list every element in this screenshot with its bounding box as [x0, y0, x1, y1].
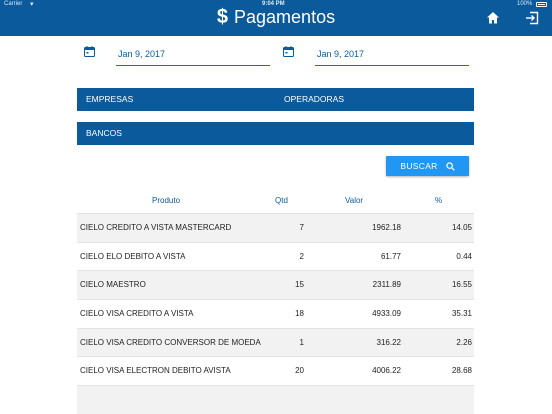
cell-pct: 0.44: [456, 251, 472, 261]
table-row[interactable]: CIELO ELO DEBITO A VISTA 2 61.77 0.44: [77, 242, 474, 272]
cell-produto: CIELO VISA CREDITO A VISTA: [80, 309, 194, 319]
payments-table: Produto Qtd Valor % CIELO CREDITO A VIST…: [77, 186, 474, 414]
table-header: Produto Qtd Valor %: [77, 186, 474, 214]
table-empty-row: [77, 386, 474, 414]
home-icon[interactable]: [486, 11, 500, 25]
operadoras-select[interactable]: OPERADORAS: [284, 88, 344, 111]
col-header-pct[interactable]: %: [435, 196, 442, 205]
cell-qtd: 1: [299, 337, 304, 347]
cell-valor: 4933.09: [372, 309, 401, 319]
buscar-button[interactable]: BUSCAR: [386, 156, 469, 176]
cell-valor: 4006.22: [372, 366, 401, 376]
bancos-select[interactable]: BANCOS: [77, 122, 474, 145]
col-header-qtd[interactable]: Qtd: [275, 196, 288, 205]
cell-qtd: 2: [299, 251, 304, 261]
cell-valor: 61.77: [380, 251, 401, 261]
date-start-field: Jan 9, 2017: [84, 46, 272, 68]
cell-qtd: 7: [299, 223, 304, 232]
calendar-icon[interactable]: [283, 46, 294, 57]
cell-qtd: 18: [295, 309, 304, 319]
cell-valor: 2311.89: [372, 280, 401, 290]
cell-pct: 14.05: [451, 223, 472, 232]
cell-pct: 16.55: [451, 280, 472, 290]
cell-qtd: 15: [295, 280, 304, 290]
table-row[interactable]: CIELO CREDITO A VISTA MASTERCARD 7 1962.18…: [77, 214, 474, 243]
date-end-input[interactable]: Jan 9, 2017: [315, 46, 469, 66]
col-header-produto[interactable]: Produto: [152, 196, 180, 205]
cell-pct: 28.68: [451, 366, 472, 376]
cell-produto: CIELO VISA ELECTRON DEBITO AVISTA: [80, 366, 231, 376]
cell-valor: 316.22: [376, 337, 401, 347]
app-root: Carrier ▾ 9:04 PM 100% $ Pagamentos Jan …: [0, 0, 552, 414]
logout-icon[interactable]: [525, 11, 539, 25]
date-start-input[interactable]: Jan 9, 2017: [116, 46, 270, 66]
dollar-icon: $: [216, 6, 229, 28]
cell-produto: CIELO CREDITO A VISTA MASTERCARD: [80, 223, 232, 232]
cell-produto: CIELO VISA CREDITO CONVERSOR DE MOEDA: [80, 337, 261, 347]
calendar-icon[interactable]: [84, 46, 95, 57]
date-end-field: Jan 9, 2017: [283, 46, 471, 68]
cell-produto: CIELO MAESTRO: [80, 280, 146, 290]
bancos-label: BANCOS: [86, 128, 122, 138]
table-body: CIELO CREDITO A VISTA MASTERCARD 7 1962.18…: [77, 214, 474, 387]
page-title: Pagamentos: [234, 7, 336, 27]
table-row[interactable]: CIELO MAESTRO 15 2311.89 16.55: [77, 271, 474, 301]
table-row[interactable]: CIELO VISA CREDITO CONVERSOR DE MOEDA 1 31…: [77, 328, 474, 358]
cell-qtd: 20: [295, 366, 304, 376]
cell-pct: 2.26: [456, 337, 472, 347]
cell-produto: CIELO ELO DEBITO A VISTA: [80, 251, 186, 261]
empresas-operadoras-bar: EMPRESAS OPERADORAS: [77, 88, 474, 111]
cell-pct: 35.31: [451, 309, 472, 319]
table-row[interactable]: CIELO VISA CREDITO A VISTA 18 4933.09 35.31: [77, 300, 474, 329]
title-area: $ Pagamentos: [0, 6, 552, 30]
cell-valor: 1962.18: [372, 223, 401, 232]
search-icon: [445, 161, 455, 171]
col-header-valor[interactable]: Valor: [345, 196, 363, 205]
empresas-select[interactable]: EMPRESAS: [86, 88, 133, 111]
table-row[interactable]: CIELO VISA ELECTRON DEBITO AVISTA 20 4006.…: [77, 357, 474, 387]
buscar-label: BUSCAR: [400, 161, 438, 171]
header-bar: Carrier ▾ 9:04 PM 100% $ Pagamentos: [0, 0, 552, 36]
